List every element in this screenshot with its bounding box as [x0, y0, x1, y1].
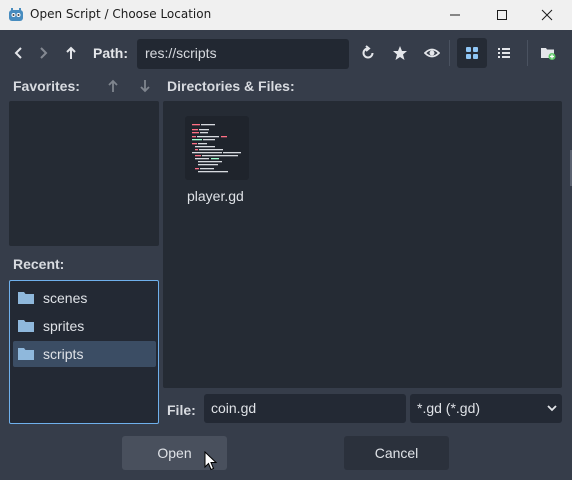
- toolbar: Path: res://scripts: [0, 30, 572, 76]
- grid-view-icon: [466, 47, 478, 59]
- folder-icon: [18, 320, 34, 332]
- recent-item-label: scenes: [43, 290, 88, 306]
- back-button[interactable]: [6, 39, 32, 67]
- arrow-up-icon: [66, 46, 76, 59]
- files-grid[interactable]: player.gd: [163, 101, 562, 388]
- recent-item-sprites[interactable]: sprites: [13, 313, 156, 339]
- file-filter-value: *.gd (*.gd): [417, 400, 481, 416]
- toggle-hidden-button[interactable]: [419, 39, 445, 67]
- file-item[interactable]: player.gd: [185, 116, 251, 204]
- path-input[interactable]: res://scripts: [137, 39, 349, 69]
- favorite-move-up-button[interactable]: [104, 76, 122, 96]
- close-button[interactable]: [524, 0, 570, 30]
- window-title: Open Script / Choose Location: [30, 7, 212, 21]
- favorite-button[interactable]: [387, 39, 413, 67]
- minimize-button[interactable]: [432, 0, 478, 30]
- recent-item-scenes[interactable]: scenes: [13, 285, 156, 311]
- recent-list[interactable]: scenes sprites scripts: [9, 280, 159, 424]
- toolbar-separator: [449, 40, 450, 66]
- folder-icon: [18, 292, 34, 304]
- title-bar: Open Script / Choose Location: [0, 0, 572, 30]
- recent-item-scripts[interactable]: scripts: [13, 341, 156, 367]
- path-label: Path:: [93, 45, 128, 61]
- grid-view-button[interactable]: [457, 38, 487, 68]
- go-up-button[interactable]: [58, 39, 84, 67]
- folder-icon: [18, 348, 34, 360]
- chevron-left-icon: [14, 47, 22, 59]
- eye-icon: [424, 48, 440, 58]
- maximize-icon: [497, 10, 507, 20]
- new-folder-icon: [541, 48, 556, 60]
- file-name-input[interactable]: coin.gd: [204, 394, 406, 423]
- recent-label: Recent:: [13, 256, 65, 272]
- list-view-button[interactable]: [491, 39, 517, 67]
- arrow-down-icon: [140, 80, 150, 93]
- refresh-button[interactable]: [355, 39, 381, 67]
- star-icon: [393, 46, 407, 60]
- new-folder-button[interactable]: [535, 39, 561, 67]
- favorites-list[interactable]: [9, 101, 159, 246]
- chevron-down-icon: [547, 405, 557, 412]
- list-view-icon: [498, 48, 510, 58]
- script-thumbnail-icon: [185, 116, 249, 180]
- mouse-cursor-icon: [204, 451, 218, 471]
- forward-button[interactable]: [30, 39, 56, 67]
- arrow-up-icon: [108, 79, 118, 92]
- refresh-icon: [362, 45, 374, 59]
- chevron-right-icon: [40, 47, 48, 59]
- toolbar-separator: [527, 40, 528, 66]
- close-icon: [541, 9, 553, 21]
- recent-item-label: sprites: [43, 318, 85, 334]
- godot-icon: [9, 8, 23, 21]
- favorites-label: Favorites:: [13, 78, 80, 94]
- minimize-icon: [450, 14, 460, 16]
- file-name: player.gd: [187, 188, 244, 204]
- recent-item-label: scripts: [43, 346, 84, 362]
- file-filter-select[interactable]: *.gd (*.gd): [410, 394, 562, 423]
- cancel-button[interactable]: Cancel: [344, 436, 449, 470]
- maximize-button[interactable]: [479, 0, 525, 30]
- favorite-move-down-button[interactable]: [136, 76, 154, 96]
- file-label: File:: [167, 402, 196, 418]
- directories-label: Directories & Files:: [167, 78, 295, 94]
